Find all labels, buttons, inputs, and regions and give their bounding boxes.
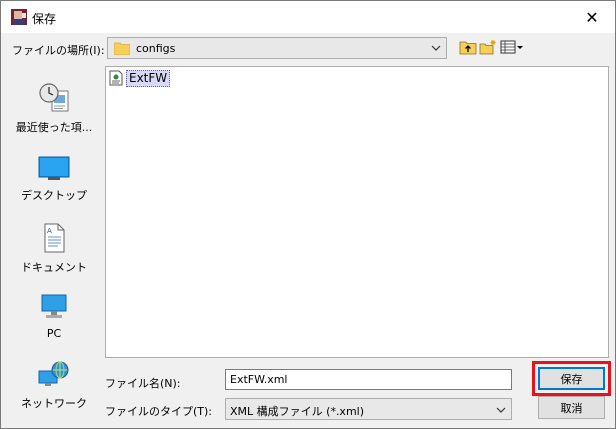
- java-app-icon: [11, 9, 27, 25]
- place-label: 最近使った項...: [15, 121, 93, 134]
- network-icon: [38, 361, 69, 386]
- filetype-combobox[interactable]: XML 構成ファイル (*.xml): [225, 398, 512, 420]
- place-network[interactable]: ネットワーク: [11, 361, 97, 411]
- close-icon: ✕: [585, 7, 599, 27]
- view-menu-icon[interactable]: [500, 39, 524, 55]
- close-button[interactable]: ✕: [569, 1, 615, 33]
- filetype-value: XML 構成ファイル (*.xml): [230, 405, 365, 418]
- place-computer[interactable]: PC: [11, 293, 97, 340]
- recent-items-icon: [39, 83, 69, 112]
- save-dialog: 保存 ✕ ファイルの場所(I): configs 最近使った項... デスクトッ…: [0, 0, 616, 429]
- filename-input[interactable]: [225, 369, 512, 390]
- look-in-label: ファイルの場所(I):: [12, 44, 105, 57]
- place-label: ドキュメント: [21, 261, 87, 274]
- chevron-down-icon: [431, 45, 441, 51]
- file-item[interactable]: ExtFW: [108, 69, 171, 87]
- file-list[interactable]: ExtFW: [105, 66, 609, 358]
- cancel-button[interactable]: 取消: [538, 396, 605, 419]
- svg-text:A: A: [47, 227, 52, 235]
- save-button[interactable]: 保存: [538, 367, 605, 390]
- place-desktop[interactable]: デスクトップ: [11, 155, 97, 203]
- places-bar: 最近使った項... デスクトップ A ドキュメント PC ネットワーク: [11, 67, 97, 421]
- title-bar: 保存 ✕: [1, 1, 615, 33]
- window-title: 保存: [32, 12, 57, 26]
- look-in-combobox[interactable]: configs: [107, 37, 447, 59]
- place-label: ネットワーク: [21, 397, 87, 410]
- filename-label: ファイル名(N):: [105, 377, 181, 390]
- place-label: PC: [46, 327, 62, 340]
- computer-icon: [41, 294, 67, 318]
- documents-icon: A: [44, 223, 65, 253]
- filetype-label: ファイルのタイプ(T):: [105, 405, 213, 418]
- place-recent[interactable]: 最近使った項...: [11, 83, 97, 135]
- new-folder-icon[interactable]: [479, 39, 497, 55]
- desktop-icon: [38, 156, 70, 180]
- up-folder-icon[interactable]: [459, 39, 477, 55]
- folder-icon: [114, 42, 130, 55]
- chevron-down-icon: [496, 407, 506, 413]
- xml-file-icon: [109, 70, 123, 86]
- place-documents[interactable]: A ドキュメント: [11, 223, 97, 275]
- place-label: デスクトップ: [21, 189, 87, 202]
- look-in-value: configs: [136, 42, 176, 55]
- file-name: ExtFW: [126, 69, 171, 87]
